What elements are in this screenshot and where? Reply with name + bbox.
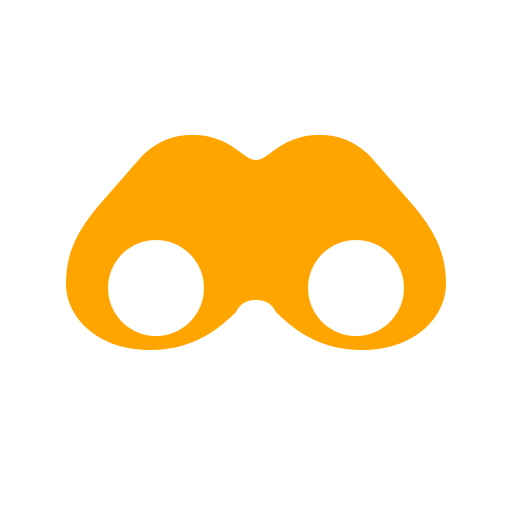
binoculars-icon [0, 0, 512, 512]
binoculars-body [66, 134, 446, 350]
icon-canvas [0, 0, 512, 512]
